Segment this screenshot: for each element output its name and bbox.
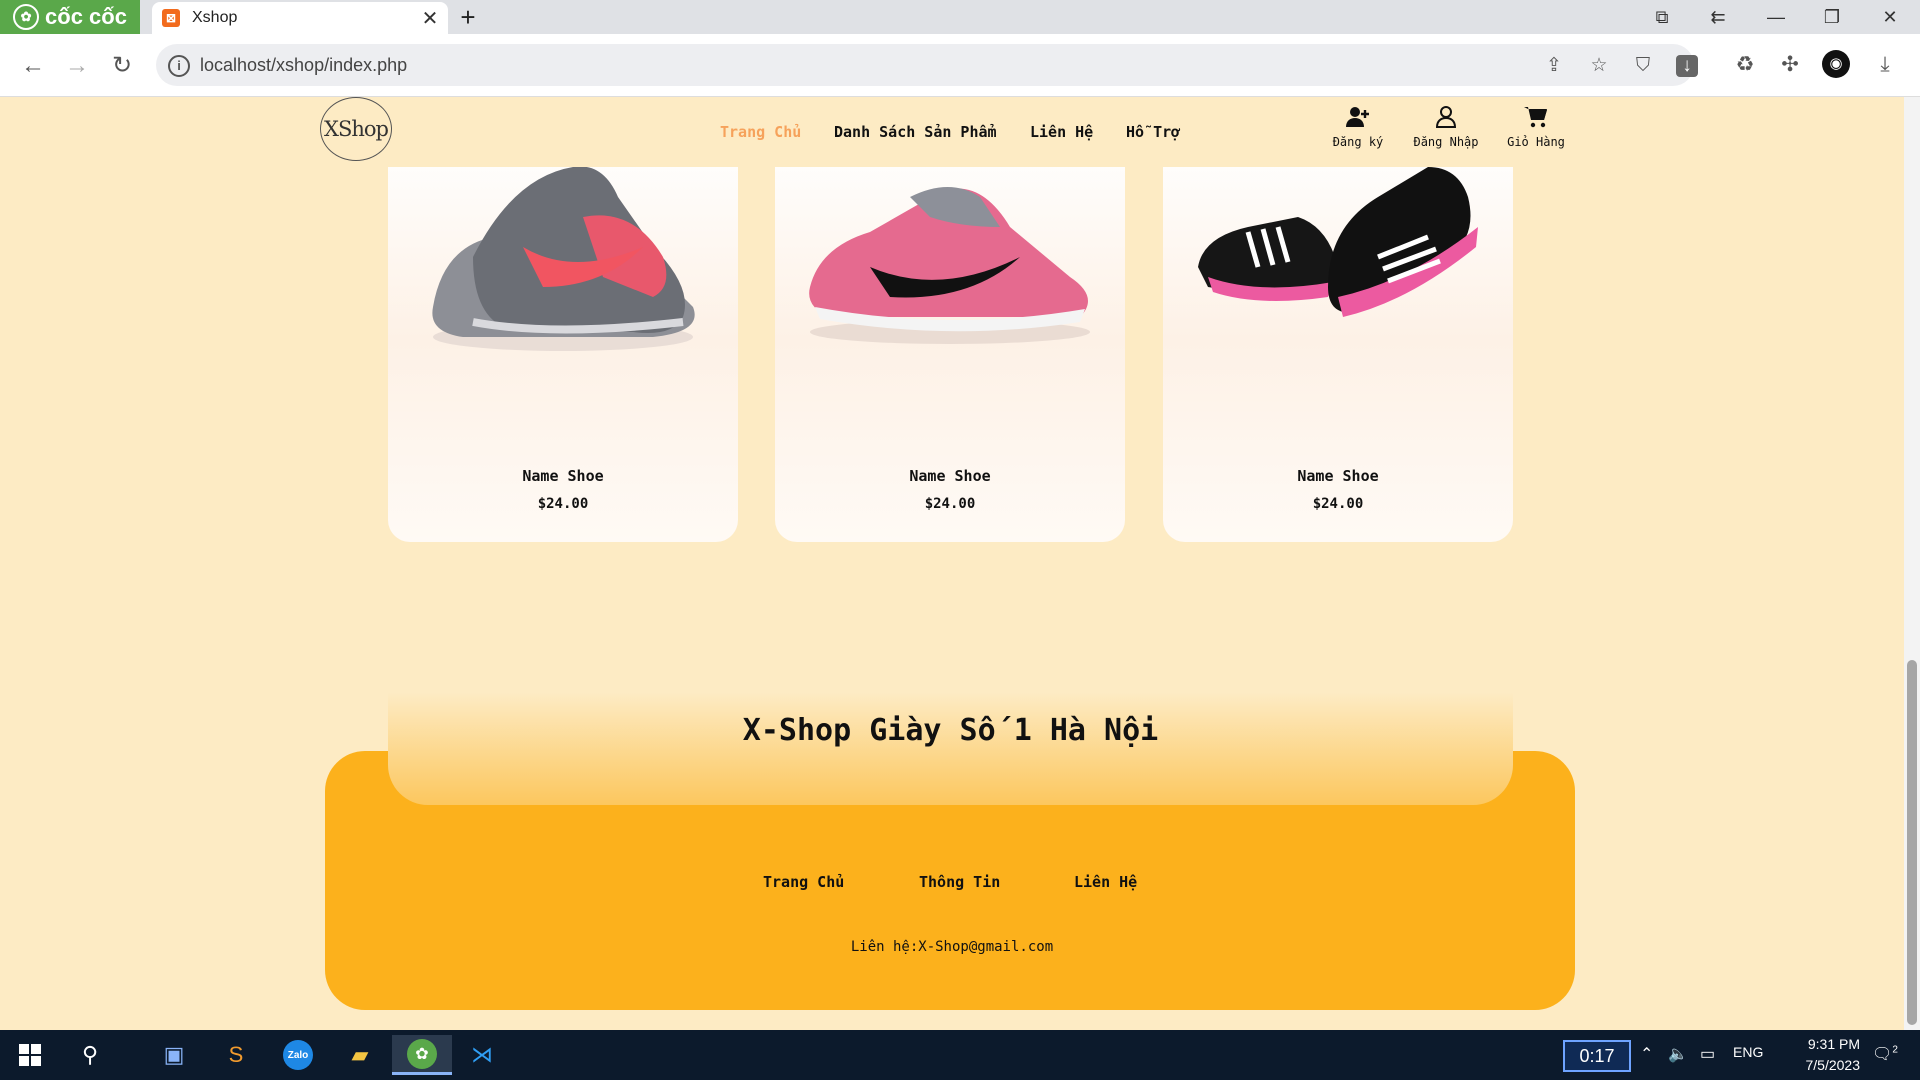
footer-link-lien-he[interactable]: Liên Hệ: [1074, 873, 1137, 891]
recycle-icon[interactable]: ♻: [1730, 50, 1760, 80]
product-name[interactable]: Name Shoe: [388, 467, 738, 485]
product-price: $24.00: [924, 496, 976, 512]
tab-xshop[interactable]: ⊠ Xshop ✕: [152, 2, 448, 34]
site-header: XShop Trang Chủ Danh Sách Sản Phẩm Liên …: [0, 97, 1904, 167]
restore-button[interactable]: ❐: [1804, 0, 1860, 34]
product-name[interactable]: Name Shoe: [775, 467, 1125, 485]
footer-link-trang-chu[interactable]: Trang Chủ: [763, 873, 844, 891]
coccoc-brand-button[interactable]: ✿ cốc cốc: [0, 0, 140, 34]
product-card[interactable]: Name Shoe $24.00: [775, 137, 1125, 542]
tab-title: Xshop: [192, 9, 238, 26]
remote-desktop-icon[interactable]: ▣: [152, 1035, 196, 1075]
product-card[interactable]: Name Shoe $24.00: [388, 137, 738, 542]
product-image: [809, 187, 1090, 344]
search-icon[interactable]: ⚲: [68, 1035, 112, 1075]
product-image: [432, 166, 695, 351]
screenshot-icon[interactable]: ⧉: [1634, 0, 1690, 34]
nav-ho-tro[interactable]: Hỗ Trợ: [1126, 123, 1180, 141]
footer-link-thong-tin[interactable]: Thông Tin: [919, 873, 1000, 891]
cart-label: Giỏ Hàng: [1507, 135, 1565, 149]
notification-center-icon[interactable]: 🗨2: [1872, 1044, 1898, 1064]
zalo-icon[interactable]: Zalo: [276, 1035, 320, 1075]
web-page: XShop Trang Chủ Danh Sách Sản Phẩm Liên …: [0, 97, 1920, 1030]
product-name[interactable]: Name Shoe: [1163, 467, 1513, 485]
back-icon[interactable]: ←: [18, 51, 48, 81]
notification-count: 2: [1892, 1044, 1898, 1056]
clock-time: 9:31 PM: [1807, 1036, 1860, 1052]
product-image: [1198, 167, 1478, 317]
new-tab-button[interactable]: +: [452, 2, 484, 32]
close-window-button[interactable]: ✕: [1862, 0, 1918, 34]
sublime-text-icon[interactable]: S: [214, 1035, 258, 1075]
nav-danh-sach-san-pham[interactable]: Danh Sách Sản Phẩm: [834, 123, 997, 141]
start-windows-icon[interactable]: [8, 1035, 52, 1075]
system-clock[interactable]: 9:31 PM 7/5/2023: [1770, 1034, 1861, 1076]
cart-icon: [1496, 105, 1576, 135]
tagline: X-Shop Giày Số 1 Hà Nội: [742, 712, 1159, 748]
reload-icon[interactable]: ↻: [107, 51, 137, 81]
address-bar[interactable]: i localhost/xshop/index.php ⇪ ☆ ⛉ ↓: [156, 44, 1698, 86]
site-info-icon[interactable]: i: [168, 55, 190, 77]
downloads-icon[interactable]: ⤓: [1870, 50, 1900, 80]
coccoc-logo-icon: ✿: [13, 4, 40, 30]
user-plus-icon: [1318, 105, 1398, 135]
browser-tabstrip: ✿ cốc cốc ⊠ Xshop ✕ + ⧉ ⇇ — ❐ ✕: [0, 0, 1920, 34]
close-tab-icon[interactable]: ✕: [418, 6, 442, 31]
cart-button[interactable]: Giỏ Hàng: [1496, 105, 1576, 149]
minimize-button[interactable]: —: [1748, 0, 1804, 34]
brand-label: cốc cốc: [45, 4, 127, 29]
product-price: $24.00: [537, 496, 589, 512]
site-logo[interactable]: XShop: [320, 97, 392, 161]
vscode-icon[interactable]: ⋊: [460, 1035, 504, 1075]
register-label: Đăng ký: [1332, 135, 1384, 149]
tagline-banner: X-Shop Giày Số 1 Hà Nội: [388, 655, 1513, 805]
forward-icon[interactable]: →: [62, 51, 92, 81]
footer-contact: Liên hệ:X-Shop@gmail.com: [850, 939, 1054, 955]
coccoc-taskbar-icon[interactable]: ✿: [392, 1035, 452, 1075]
register-button[interactable]: Đăng ký: [1318, 105, 1398, 149]
url-text[interactable]: localhost/xshop/index.php: [200, 55, 407, 76]
language-indicator[interactable]: ENG: [1733, 1044, 1763, 1060]
bookmark-star-icon[interactable]: ☆: [1588, 55, 1610, 77]
login-button[interactable]: Đăng Nhập: [1406, 105, 1486, 149]
shield-icon[interactable]: ⛉: [1632, 55, 1654, 77]
profile-avatar[interactable]: ◉: [1822, 50, 1850, 78]
volume-icon[interactable]: 🔈: [1668, 1044, 1688, 1064]
product-card[interactable]: Name Shoe $24.00: [1163, 137, 1513, 542]
windows-taskbar: ⚲ ▣ S Zalo ▰ ✿ ⋊ 0:17 ⌃ 🔈 ▭ ENG 9:31 PM …: [0, 1030, 1920, 1080]
browser-toolbar: ← → ↻ i localhost/xshop/index.php ⇪ ☆ ⛉ …: [0, 34, 1920, 97]
xampp-favicon-icon: ⊠: [162, 9, 180, 27]
download-page-icon[interactable]: ↓: [1676, 55, 1698, 77]
scrollbar-thumb[interactable]: [1907, 660, 1917, 1025]
login-label: Đăng Nhập: [1413, 135, 1479, 149]
share-icon[interactable]: ⇪: [1543, 55, 1565, 77]
user-icon: [1406, 105, 1486, 135]
extensions-icon[interactable]: ✣: [1775, 50, 1805, 80]
file-explorer-icon[interactable]: ▰: [338, 1035, 382, 1075]
product-price: $24.00: [1312, 496, 1364, 512]
battery-icon[interactable]: ▭: [1700, 1044, 1715, 1064]
recording-timer: 0:17: [1563, 1040, 1631, 1072]
nav-lien-he[interactable]: Liên Hệ: [1030, 123, 1093, 141]
clock-date: 7/5/2023: [1805, 1057, 1861, 1073]
nav-trang-chu[interactable]: Trang Chủ: [720, 123, 801, 141]
tab-search-icon[interactable]: ⇇: [1690, 0, 1746, 34]
tray-chevron-icon[interactable]: ⌃: [1640, 1044, 1653, 1064]
